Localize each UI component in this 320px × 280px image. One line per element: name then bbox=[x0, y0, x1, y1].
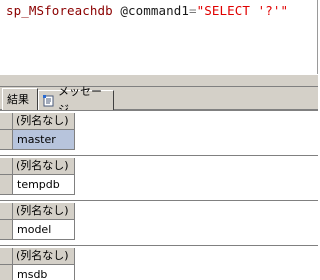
result-grid: (列名なし) tempdb bbox=[0, 155, 318, 197]
grid-cell[interactable]: model bbox=[13, 220, 75, 240]
tab-messages[interactable]: メッセージ bbox=[38, 85, 114, 116]
grid-corner[interactable] bbox=[0, 203, 13, 220]
row-header[interactable] bbox=[0, 130, 13, 150]
grid-corner[interactable] bbox=[0, 158, 13, 175]
column-header[interactable]: (列名なし) bbox=[13, 113, 75, 130]
result-grid: (列名なし) model bbox=[0, 200, 318, 242]
pane-splitter[interactable] bbox=[0, 74, 318, 87]
tab-results[interactable]: 結果 bbox=[2, 88, 38, 110]
row-header[interactable] bbox=[0, 265, 13, 280]
column-header[interactable]: (列名なし) bbox=[13, 248, 75, 265]
grid-corner[interactable] bbox=[0, 113, 13, 130]
result-grid: (列名なし) msdb bbox=[0, 245, 318, 280]
message-icon bbox=[43, 94, 55, 107]
results-pane: (列名なし) master (列名なし) tempdb (列名なし) model… bbox=[0, 110, 318, 280]
query-window: sp_MSforeachdb @command1="SELECT '?'" 結果… bbox=[0, 0, 318, 280]
code-string: "SELECT '?'" bbox=[196, 3, 289, 18]
grid-cell[interactable]: master bbox=[13, 130, 75, 150]
code-parameter: @command1 bbox=[112, 3, 190, 18]
result-grid: (列名なし) master bbox=[0, 110, 318, 152]
row-header[interactable] bbox=[0, 220, 13, 240]
results-tabbar: 結果 メッセージ bbox=[0, 85, 318, 116]
grid-corner[interactable] bbox=[0, 248, 13, 265]
grid-cell[interactable]: tempdb bbox=[13, 175, 75, 195]
column-header[interactable]: (列名なし) bbox=[13, 203, 75, 220]
column-header[interactable]: (列名なし) bbox=[13, 158, 75, 175]
row-header[interactable] bbox=[0, 175, 13, 195]
tab-results-label: 結果 bbox=[7, 92, 29, 106]
code-operator: = bbox=[189, 3, 197, 18]
query-editor[interactable]: sp_MSforeachdb @command1="SELECT '?'" bbox=[0, 0, 318, 74]
code-procedure: sp_MSforeachdb bbox=[6, 3, 113, 18]
grid-cell[interactable]: msdb bbox=[13, 265, 75, 280]
code-line: sp_MSforeachdb @command1="SELECT '?'" bbox=[6, 3, 288, 18]
